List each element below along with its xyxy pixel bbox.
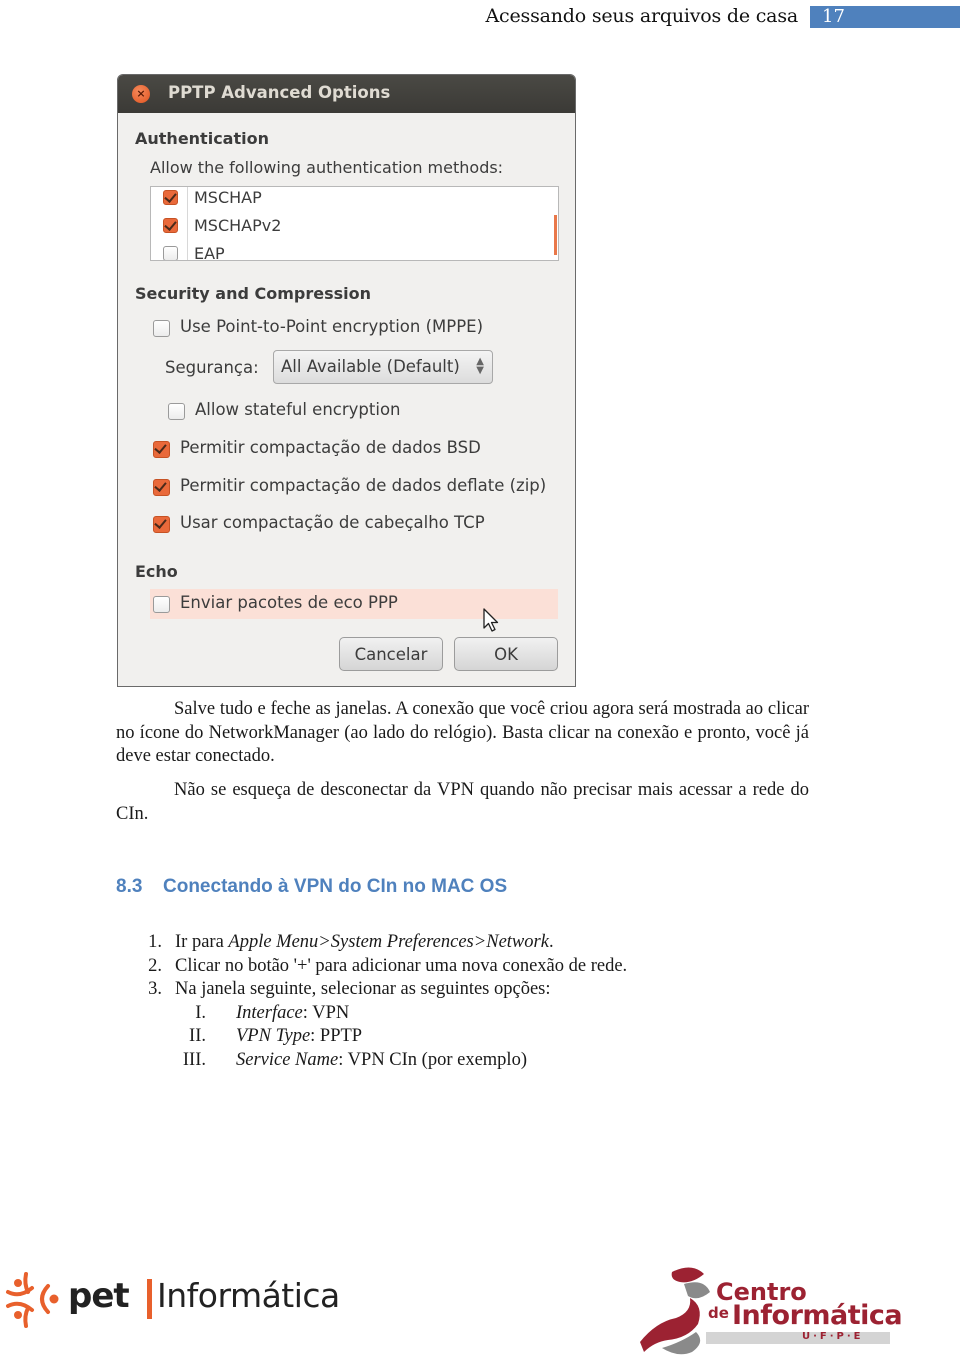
auth-methods-list[interactable]: MSCHAP MSCHAPv2 EAP [150,186,559,261]
checkbox-eap[interactable] [163,246,178,260]
checkbox-deflate[interactable] [153,479,170,496]
auth-method-mschapv2[interactable]: MSCHAPv2 [151,213,558,241]
informatica-wordmark: Informática [157,1276,340,1315]
list-number: 2. [148,955,162,976]
step-italic-text: Apple Menu>System Preferences>Network [228,932,549,952]
checkbox-mschapv2[interactable] [163,218,178,233]
up-down-arrows-icon: ▲ ▼ [476,356,484,376]
page-number: 17 [822,6,845,27]
cin-informatica-text: Informática [732,1300,903,1331]
checkbox-mppe[interactable] [153,320,170,337]
echo-ppp-label: Enviar pacotes de eco PPP [180,593,398,612]
mouse-pointer-icon [483,608,499,632]
checkbox-echo-ppp[interactable] [153,596,170,613]
ok-button[interactable]: OK [454,637,558,671]
auth-method-label: EAP [194,244,225,261]
seguranca-label: Segurança: [165,358,259,377]
cin-de-text: de [708,1304,729,1322]
roman-numeral: I. [195,1002,206,1023]
paragraph-text: Não se esqueça de desconectar da VPN qua… [116,780,809,824]
cin-ufpe-text: U·F·P·E [802,1331,864,1342]
mppe-label: Use Point-to-Point encryption (MPPE) [180,317,484,336]
sub-list-text: Service Name: VPN CIn (por exemplo) [236,1049,527,1073]
sub-list-text: VPN Type: PPTP [236,1025,362,1049]
stateful-label: Allow stateful encryption [195,400,401,419]
auth-method-label: MSCHAP [194,188,262,207]
pet-informatica-logo: pet Informática [4,1270,344,1330]
security-heading: Security and Compression [135,284,371,303]
tcp-label: Usar compactação de cabeçalho TCP [180,513,485,532]
paragraph-disconnect-reminder: Não se esqueça de desconectar da VPN qua… [116,779,809,826]
close-icon[interactable]: × [132,85,150,103]
auth-method-eap[interactable]: EAP [151,241,558,261]
running-header-title: Acessando seus arquivos de casa [485,5,799,27]
page-number-box: 17 [810,6,960,28]
echo-heading: Echo [135,562,178,581]
checkbox-mschap[interactable] [163,190,178,205]
roman-numeral: II. [189,1026,206,1046]
seguranca-value: All Available (Default) [281,357,460,376]
paragraph-save-and-connect: Salve tudo e feche as janelas. A conexão… [116,698,809,769]
option-name: Service Name [236,1049,339,1070]
list-text: Ir para Apple Menu>System Preferences>Ne… [175,931,554,955]
pet-people-icon [6,1272,59,1328]
list-scrollbar[interactable] [554,215,557,255]
paragraph-text: Salve tudo e feche as janelas. A conexão… [116,699,809,766]
list-text: Clicar no botão '+' para adicionar uma n… [175,955,628,976]
option-name: VPN Type [236,1026,311,1046]
auth-methods-label: Allow the following authentication metho… [150,158,504,177]
option-value: : VPN CIn (por exemplo) [338,1049,527,1070]
auth-method-label: MSCHAPv2 [194,216,282,235]
checkbox-stateful[interactable] [168,403,185,420]
list-number: 1. [148,932,162,952]
seguranca-select[interactable]: All Available (Default) ▲ ▼ [273,350,493,384]
pet-wordmark: pet [68,1276,130,1316]
roman-numeral: III. [182,1049,206,1070]
dialog-titlebar: × PPTP Advanced Options [118,75,575,113]
list-number: 3. [148,979,162,999]
checkbox-bsd[interactable] [153,441,170,458]
option-name: Interface [236,1002,303,1023]
section-heading: 8.3 Conectando à VPN do CIn no MAC OS [116,876,507,898]
step-suffix: . [548,932,554,952]
list-text: Na janela seguinte, selecionar as seguin… [175,979,551,999]
option-value: : PPTP [310,1026,363,1046]
logo-divider [147,1279,152,1319]
auth-method-mschap[interactable]: MSCHAP [151,187,558,213]
sub-list-text: Interface: VPN [236,1002,349,1026]
deflate-label: Permitir compactação de dados deflate (z… [180,476,547,495]
dialog-title: PPTP Advanced Options [168,83,391,102]
step-text: Ir para [175,932,229,952]
authentication-heading: Authentication [135,129,269,148]
pptp-advanced-options-dialog: × PPTP Advanced Options Authentication A… [117,74,576,687]
section-number: 8.3 [116,876,143,897]
bsd-label: Permitir compactação de dados BSD [180,438,481,457]
section-title: Conectando à VPN do CIn no MAC OS [163,876,508,897]
checkbox-tcp[interactable] [153,516,170,533]
option-value: : VPN [302,1002,350,1023]
centro-de-informatica-logo: Centro de Informática U·F·P·E [632,1262,903,1357]
cancel-button[interactable]: Cancelar [339,637,443,671]
page-header: Acessando seus arquivos de casa 17 [0,4,960,28]
